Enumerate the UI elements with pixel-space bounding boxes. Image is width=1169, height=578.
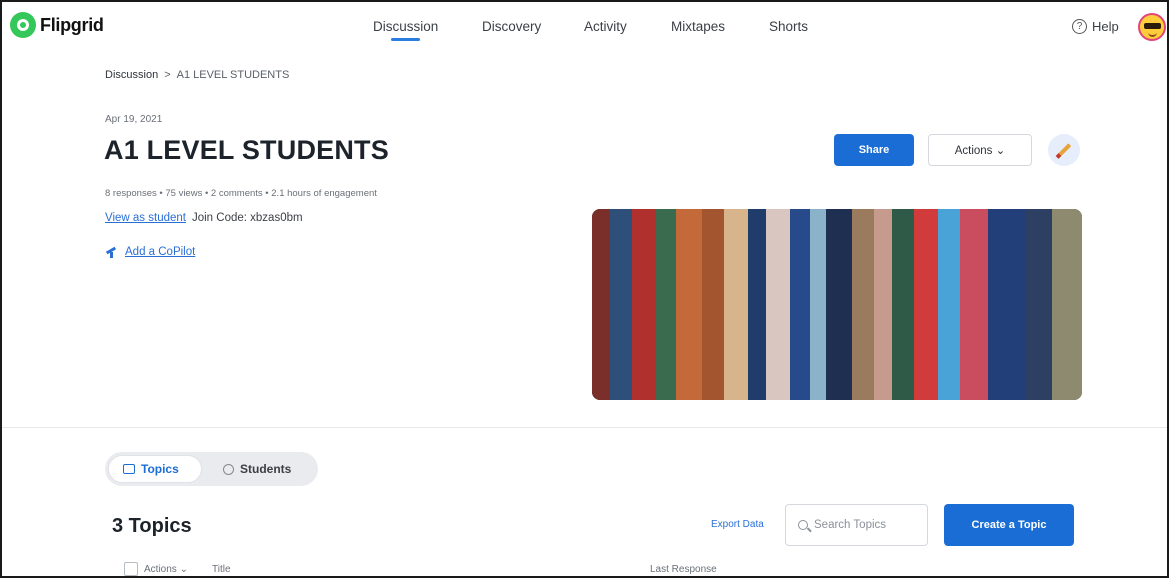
- breadcrumb-separator: >: [164, 69, 171, 81]
- nav-discovery[interactable]: Discovery: [472, 19, 551, 34]
- grid-icon: [123, 464, 135, 474]
- tab-students-label: Students: [240, 462, 292, 476]
- add-copilot[interactable]: Add a CoPilot: [105, 245, 195, 259]
- flipgrid-logo-icon: [10, 12, 36, 38]
- join-code: Join Code: xbzas0bm: [191, 212, 303, 224]
- column-last-response[interactable]: Last Response: [650, 564, 717, 575]
- banner-book: [938, 209, 960, 400]
- flipgrid-logo[interactable]: Flipgrid: [10, 12, 104, 38]
- top-navigation: Flipgrid Discussion Discovery Activity M…: [2, 2, 1167, 52]
- export-data-link[interactable]: Export Data: [711, 519, 764, 530]
- tab-topics-label: Topics: [141, 462, 179, 476]
- banner-book: [702, 209, 724, 400]
- view-as-student-link[interactable]: View as student: [105, 212, 186, 224]
- banner-book: [592, 209, 610, 400]
- share-button[interactable]: Share: [834, 134, 914, 166]
- banner-book: [632, 209, 656, 400]
- create-topic-button[interactable]: Create a Topic: [944, 504, 1074, 546]
- edit-button[interactable]: [1048, 134, 1080, 166]
- topics-table-header: Actions ⌄ Title Last Response: [124, 562, 1074, 576]
- banner-book: [892, 209, 914, 400]
- nav-shorts[interactable]: Shorts: [759, 19, 818, 34]
- breadcrumb-current: A1 LEVEL STUDENTS: [176, 69, 290, 81]
- search-icon: [798, 520, 808, 530]
- discussion-date: Apr 19, 2021: [105, 114, 163, 125]
- view-tabs: Topics Students: [105, 452, 318, 486]
- banner-book: [874, 209, 892, 400]
- banner-book: [960, 209, 988, 400]
- banner-book: [748, 209, 766, 400]
- banner-book: [656, 209, 676, 400]
- copilot-icon: [105, 245, 119, 259]
- banner-book: [914, 209, 938, 400]
- logo-text: Flipgrid: [40, 14, 104, 35]
- tab-students[interactable]: Students: [209, 455, 315, 483]
- banner-book: [790, 209, 810, 400]
- pencil-icon: [1057, 143, 1072, 157]
- bulk-actions-dropdown[interactable]: Actions ⌄: [144, 564, 188, 575]
- page-title: A1 LEVEL STUDENTS: [104, 135, 389, 165]
- nav-mixtapes[interactable]: Mixtapes: [661, 19, 735, 34]
- nav-discussion[interactable]: Discussion: [363, 19, 448, 41]
- app-frame: Flipgrid Discussion Discovery Activity M…: [0, 0, 1169, 578]
- nav-activity[interactable]: Activity: [574, 19, 637, 34]
- topics-count-heading: 3 Topics: [112, 515, 192, 537]
- help-label: Help: [1092, 19, 1119, 34]
- actions-dropdown[interactable]: Actions ⌄: [928, 134, 1032, 166]
- breadcrumb: Discussion > A1 LEVEL STUDENTS: [105, 69, 289, 81]
- column-title[interactable]: Title: [212, 564, 231, 575]
- banner-book: [724, 209, 748, 400]
- banner-book: [988, 209, 1026, 400]
- question-circle-icon: ?: [1072, 19, 1087, 34]
- discussion-banner-image: [592, 209, 1082, 400]
- banner-book: [610, 209, 632, 400]
- banner-book: [852, 209, 874, 400]
- engagement-stats: 8 responses • 75 views • 2 comments • 2.…: [105, 188, 377, 199]
- section-divider: [2, 427, 1167, 428]
- search-placeholder: Search Topics: [814, 519, 887, 531]
- view-row: View as student Join Code: xbzas0bm: [105, 212, 303, 224]
- banner-book: [1052, 209, 1082, 400]
- help-button[interactable]: ? Help: [1072, 19, 1119, 34]
- user-avatar[interactable]: [1138, 13, 1166, 41]
- add-copilot-link[interactable]: Add a CoPilot: [125, 246, 195, 258]
- banner-book: [676, 209, 702, 400]
- tab-topics[interactable]: Topics: [108, 455, 202, 483]
- breadcrumb-root[interactable]: Discussion: [105, 69, 158, 81]
- banner-book: [1026, 209, 1052, 400]
- banner-book: [810, 209, 826, 400]
- search-topics-input[interactable]: Search Topics: [785, 504, 928, 546]
- user-icon: [223, 463, 234, 475]
- banner-book: [766, 209, 790, 400]
- banner-book: [826, 209, 852, 400]
- select-all-checkbox[interactable]: [124, 562, 138, 576]
